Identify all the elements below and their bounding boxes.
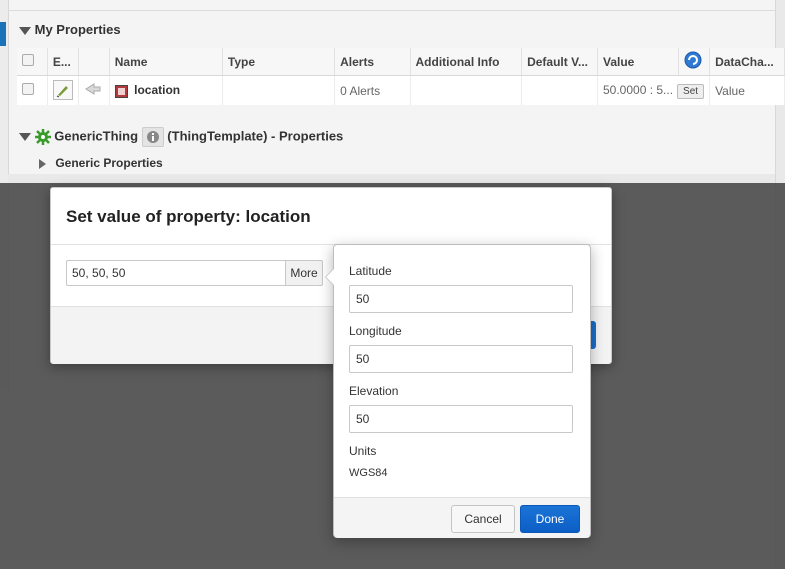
my-properties-header[interactable]: My Properties	[19, 22, 121, 37]
column-header-additional-info[interactable]: Additional Info	[410, 48, 523, 76]
units-value: WGS84	[349, 467, 388, 479]
popover-footer: Cancel Done	[334, 497, 590, 538]
value-input[interactable]	[66, 260, 291, 286]
expand-triangle-icon[interactable]	[39, 158, 46, 169]
popover-arrow-inner	[326, 269, 334, 285]
refresh-icon[interactable]	[684, 51, 702, 69]
units-label: Units	[349, 444, 377, 458]
column-header-actions	[78, 48, 110, 76]
data-change-cell: Value	[709, 75, 785, 105]
value-text: 50.0000 : 5...	[602, 82, 674, 97]
name-cell[interactable]: location	[109, 75, 223, 105]
more-button[interactable]: More	[285, 260, 323, 286]
location-popover: Latitude Longitude Elevation Units WGS84…	[325, 244, 591, 538]
row-checkbox[interactable]	[22, 83, 34, 95]
top-divider	[8, 10, 775, 11]
thing-name[interactable]: GenericThing	[54, 128, 138, 143]
latitude-label: Latitude	[349, 264, 392, 278]
arrow-link-icon[interactable]	[84, 81, 102, 97]
additional-info-cell	[410, 75, 523, 105]
info-icon[interactable]	[141, 127, 164, 147]
generic-properties-label: Generic Properties	[55, 156, 163, 170]
latitude-input[interactable]	[349, 285, 573, 313]
table-header-row: E... Name Type Alerts Additional Info De…	[17, 48, 785, 76]
type-cell	[222, 75, 336, 105]
generic-properties-header[interactable]: Generic Properties	[39, 156, 163, 170]
default-value-cell	[521, 75, 598, 105]
edit-cell[interactable]	[47, 75, 79, 105]
column-header-data-change[interactable]: DataCha...	[709, 48, 785, 76]
property-name: location	[134, 83, 181, 98]
collapse-triangle-icon[interactable]	[19, 26, 31, 35]
property-type-icon	[114, 84, 128, 98]
longitude-input[interactable]	[349, 345, 573, 373]
elevation-label: Elevation	[349, 384, 399, 398]
template-properties-header[interactable]: GenericThing (ThingTemplate) - Propertie…	[19, 127, 343, 147]
cancel-button[interactable]: Cancel	[451, 505, 515, 533]
set-value-button[interactable]: Set	[677, 83, 705, 99]
template-suffix: (ThingTemplate) - Properties	[167, 128, 344, 144]
edit-icon[interactable]	[52, 79, 73, 100]
collapse-triangle-icon[interactable]	[19, 133, 31, 141]
column-header-type[interactable]: Type	[222, 48, 336, 76]
done-button[interactable]: Done	[520, 505, 580, 533]
select-all-column[interactable]	[17, 48, 48, 76]
table-row[interactable]: location 0 Alerts 50.0000 : 5... Set Valu…	[17, 75, 785, 105]
column-header-name[interactable]: Name	[109, 48, 223, 76]
row-select-cell[interactable]	[17, 75, 48, 105]
dialog-title: Set value of property: location	[66, 207, 311, 226]
column-header-value[interactable]: Value	[597, 48, 680, 76]
my-properties-title: My Properties	[34, 22, 121, 37]
alerts-cell: 0 Alerts	[334, 75, 411, 105]
refresh-column[interactable]	[678, 48, 711, 76]
properties-table: E... Name Type Alerts Additional Info De…	[17, 48, 785, 105]
column-header-alerts[interactable]: Alerts	[334, 48, 411, 76]
left-accent-bar	[0, 22, 6, 46]
gear-icon	[34, 129, 51, 145]
value-cell: 50.0000 : 5... Set	[597, 75, 711, 105]
column-header-edit[interactable]: E...	[47, 48, 79, 76]
longitude-label: Longitude	[349, 324, 402, 338]
link-cell[interactable]	[78, 75, 110, 105]
elevation-input[interactable]	[349, 405, 573, 433]
select-all-checkbox[interactable]	[22, 54, 34, 66]
column-header-default-value[interactable]: Default V...	[521, 48, 598, 76]
